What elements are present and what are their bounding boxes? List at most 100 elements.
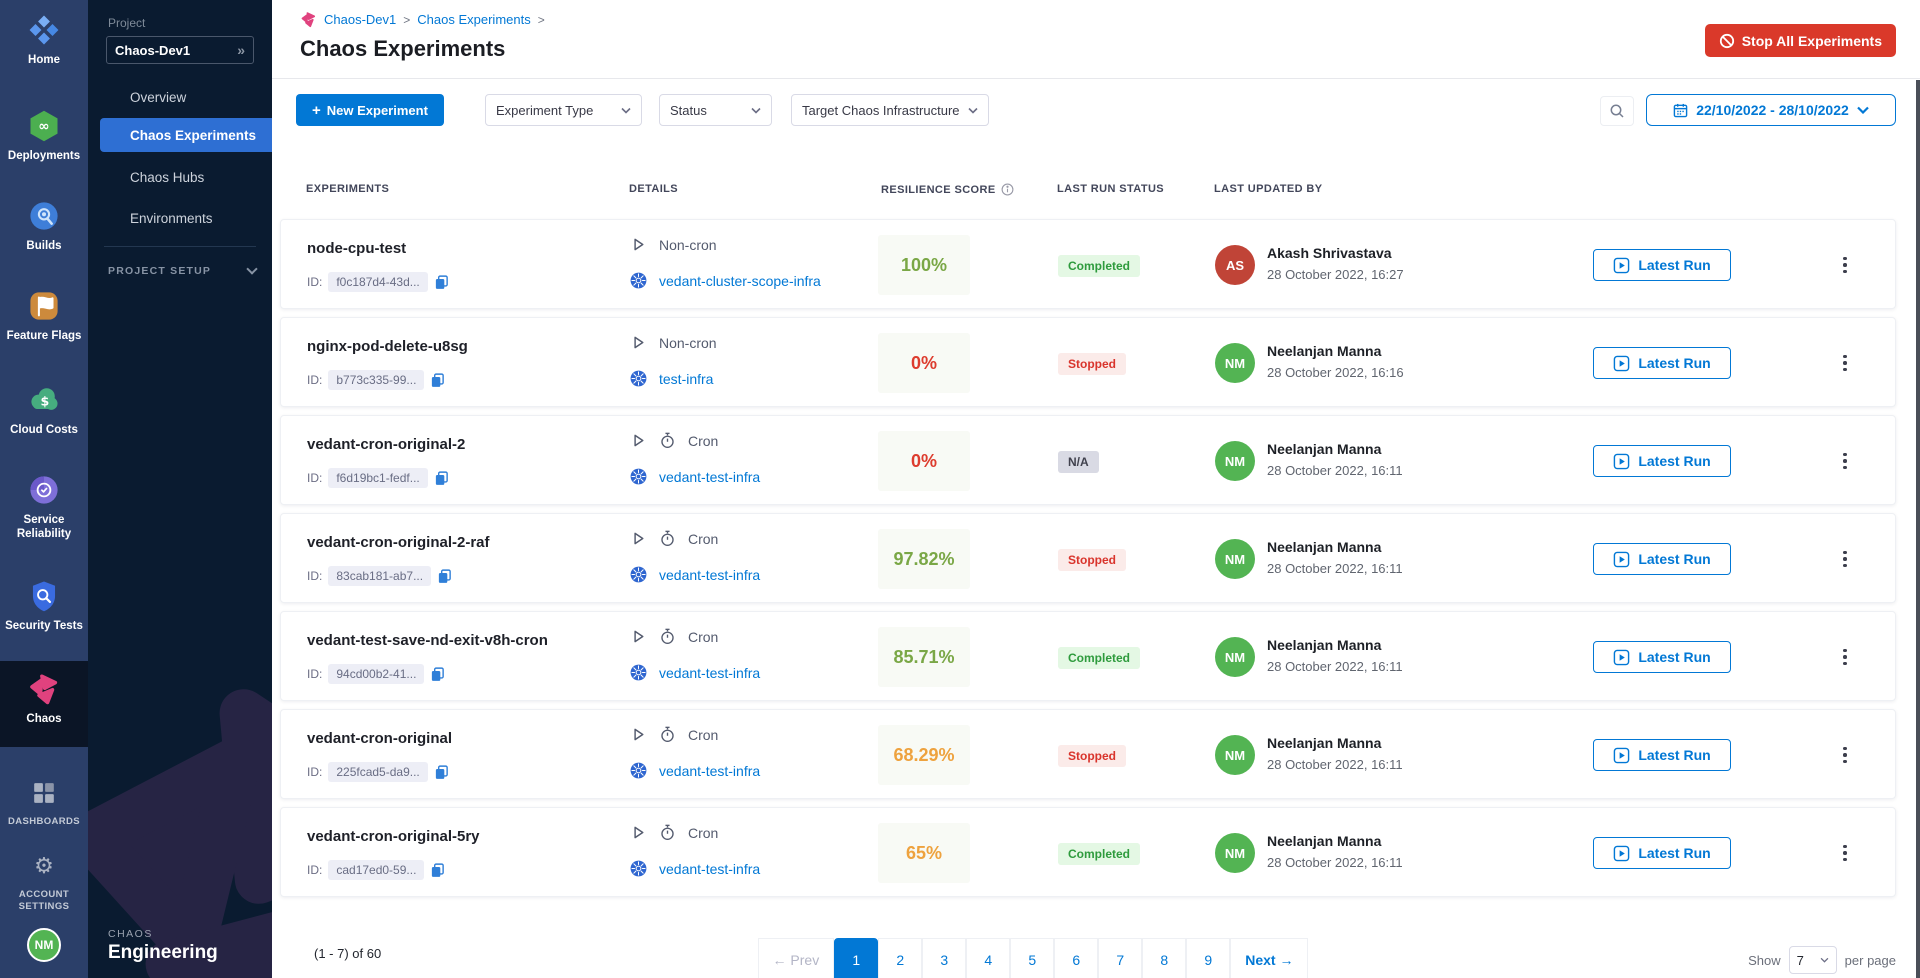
experiment-id[interactable]: f6d19bc1-fedf... — [328, 468, 427, 488]
run-icon — [1613, 453, 1630, 470]
user-avatar[interactable]: NM — [27, 928, 61, 962]
experiment-name[interactable]: vedant-cron-original-5ry — [307, 828, 480, 845]
experiment-id[interactable]: 94cd00b2-41... — [328, 664, 424, 684]
latest-run-button[interactable]: Latest Run — [1593, 837, 1731, 869]
latest-run-button[interactable]: Latest Run — [1593, 445, 1731, 477]
experiment-name[interactable]: vedant-cron-original — [307, 730, 452, 747]
security-tests-icon — [26, 578, 62, 614]
latest-run-label: Latest Run — [1638, 257, 1710, 273]
latest-run-button[interactable]: Latest Run — [1593, 249, 1731, 281]
sidebar-item-dashboards[interactable]: DASHBOARDS — [0, 775, 88, 828]
copy-icon[interactable] — [437, 569, 452, 584]
user-name: Akash Shrivastava — [1267, 245, 1404, 261]
search-button[interactable] — [1600, 96, 1634, 126]
infrastructure-link[interactable]: vedant-test-infra — [659, 567, 760, 583]
experiment-id[interactable]: 225fcad5-da9... — [328, 762, 427, 782]
experiment-id[interactable]: 83cab181-ab7... — [328, 566, 431, 586]
row-menu-button[interactable] — [1831, 345, 1859, 381]
copy-icon[interactable] — [434, 765, 449, 780]
infrastructure-link[interactable]: vedant-test-infra — [659, 469, 760, 485]
experiment-id[interactable]: cad17ed0-59... — [328, 860, 424, 880]
chaos-icon — [26, 671, 62, 707]
infrastructure-link[interactable]: vedant-test-infra — [659, 665, 760, 681]
sidebar-item-home[interactable]: Home — [0, 12, 88, 67]
project-setup-toggle[interactable]: PROJECT SETUP — [108, 265, 256, 277]
sidebar-item-service-reliability[interactable]: Service Reliability — [0, 472, 88, 542]
page-button[interactable]: 3 — [922, 938, 966, 978]
row-menu-button[interactable] — [1831, 541, 1859, 577]
latest-run-button[interactable]: Latest Run — [1593, 739, 1731, 771]
resilience-score-box: 0% — [878, 333, 970, 393]
chevron-down-icon — [751, 107, 761, 114]
sidebar-item-chaos-hubs[interactable]: Chaos Hubs — [88, 160, 272, 194]
project-selector[interactable]: Chaos-Dev1 » — [106, 36, 254, 64]
last-updated-date: 28 October 2022, 16:27 — [1267, 267, 1404, 282]
info-icon[interactable] — [1001, 183, 1014, 196]
sidebar-item-feature-flags[interactable]: Feature Flags — [0, 288, 88, 343]
collapse-sidebar-icon[interactable]: » — [237, 42, 245, 58]
svg-text:∞: ∞ — [38, 119, 49, 135]
breadcrumb-project-link[interactable]: Chaos-Dev1 — [324, 12, 396, 27]
page-button[interactable]: 4 — [966, 938, 1010, 978]
copy-icon[interactable] — [430, 863, 445, 878]
sidebar-item-security-tests[interactable]: Security Tests — [0, 578, 88, 633]
latest-run-button[interactable]: Latest Run — [1593, 543, 1731, 575]
page-button[interactable]: 6 — [1054, 938, 1098, 978]
per-page-select[interactable]: 7 — [1789, 946, 1837, 974]
sidebar-item-builds[interactable]: Builds — [0, 198, 88, 253]
vertical-scrollbar[interactable] — [1916, 80, 1920, 978]
row-menu-button[interactable] — [1831, 247, 1859, 283]
experiment-id-row: ID: b773c335-99... — [307, 370, 445, 390]
experiment-type-filter[interactable]: Experiment Type — [485, 94, 642, 126]
next-page-button[interactable]: Next → — [1230, 938, 1308, 978]
sidebar-item-deployments[interactable]: ∞ Deployments — [0, 108, 88, 163]
sidebar-item-label: Chaos — [26, 712, 61, 726]
sidebar-item-chaos[interactable]: Chaos — [0, 671, 88, 726]
copy-icon[interactable] — [430, 667, 445, 682]
sidebar-item-label: Home — [28, 53, 60, 67]
sidebar-item-label: Service Reliability — [0, 513, 88, 542]
experiment-id[interactable]: f0c187d4-43d... — [328, 272, 427, 292]
experiment-name[interactable]: vedant-test-save-nd-exit-v8h-cron — [307, 632, 548, 649]
stop-all-experiments-button[interactable]: Stop All Experiments — [1705, 24, 1896, 57]
copy-icon[interactable] — [434, 275, 449, 290]
date-range-picker[interactable]: 22/10/2022 - 28/10/2022 — [1646, 94, 1896, 126]
infrastructure-link[interactable]: vedant-test-infra — [659, 763, 760, 779]
experiment-name[interactable]: vedant-cron-original-2-raf — [307, 534, 490, 551]
copy-icon[interactable] — [430, 373, 445, 388]
infrastructure-link[interactable]: test-infra — [659, 371, 713, 387]
latest-run-button[interactable]: Latest Run — [1593, 347, 1731, 379]
last-updated-date: 28 October 2022, 16:11 — [1267, 561, 1403, 576]
page-button[interactable]: 8 — [1142, 938, 1186, 978]
prev-page-button[interactable]: ← Prev — [758, 938, 835, 978]
experiment-name[interactable]: node-cpu-test — [307, 240, 406, 257]
latest-run-button[interactable]: Latest Run — [1593, 641, 1731, 673]
page-button[interactable]: 5 — [1010, 938, 1054, 978]
show-label: Show — [1748, 953, 1781, 968]
page-button[interactable]: 9 — [1186, 938, 1230, 978]
breadcrumb-experiments-link[interactable]: Chaos Experiments — [417, 12, 530, 27]
row-menu-button[interactable] — [1831, 737, 1859, 773]
cron-icon — [659, 726, 676, 743]
row-menu-button[interactable] — [1831, 835, 1859, 871]
row-menu-button[interactable] — [1831, 443, 1859, 479]
row-menu-button[interactable] — [1831, 639, 1859, 675]
experiment-name[interactable]: vedant-cron-original-2 — [307, 436, 465, 453]
copy-icon[interactable] — [434, 471, 449, 486]
new-experiment-button[interactable]: + New Experiment — [296, 94, 444, 126]
infrastructure-link[interactable]: vedant-cluster-scope-infra — [659, 273, 821, 289]
experiment-id[interactable]: b773c335-99... — [328, 370, 424, 390]
experiment-id-row: ID: f0c187d4-43d... — [307, 272, 449, 292]
sidebar-item-environments[interactable]: Environments — [88, 201, 272, 235]
target-infrastructure-filter[interactable]: Target Chaos Infrastructure — [791, 94, 989, 126]
page-button[interactable]: 7 — [1098, 938, 1142, 978]
sidebar-item-chaos-experiments[interactable]: Chaos Experiments — [100, 118, 272, 152]
sidebar-item-account-settings[interactable]: ⚙ ACCOUNT SETTINGS — [0, 848, 88, 913]
sidebar-item-cloud-costs[interactable]: $ Cloud Costs — [0, 382, 88, 437]
page-button[interactable]: 1 — [834, 938, 878, 978]
sidebar-item-overview[interactable]: Overview — [88, 80, 272, 114]
page-button[interactable]: 2 — [878, 938, 922, 978]
status-filter[interactable]: Status — [659, 94, 772, 126]
experiment-name[interactable]: nginx-pod-delete-u8sg — [307, 338, 468, 355]
infrastructure-link[interactable]: vedant-test-infra — [659, 861, 760, 877]
